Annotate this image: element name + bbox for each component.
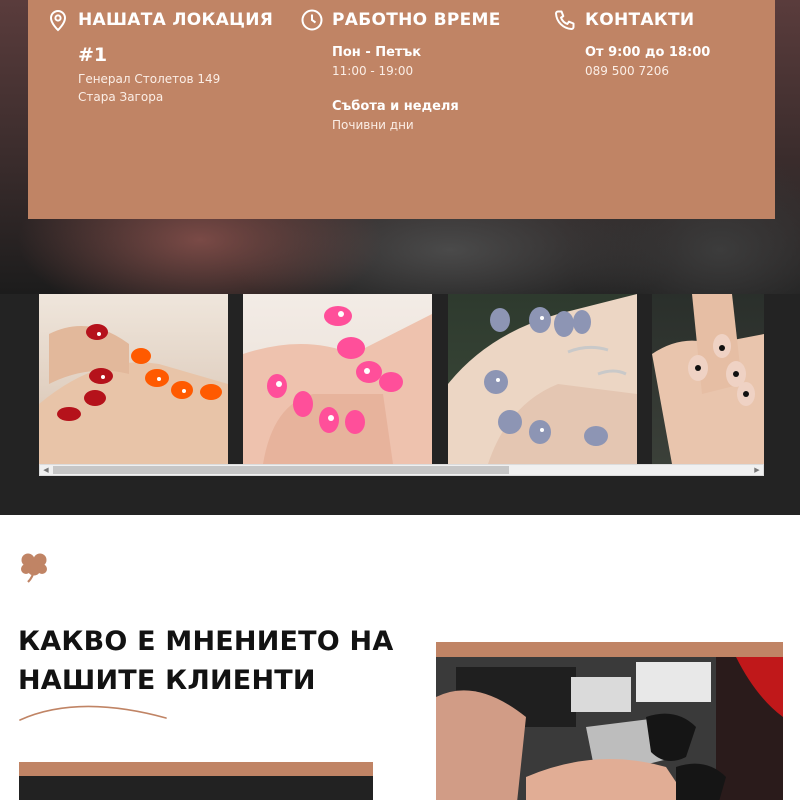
- gallery-image-pink-ombre-nails[interactable]: [243, 294, 432, 464]
- clover-icon: [21, 553, 47, 583]
- phone-icon: [555, 10, 575, 30]
- decorative-swoosh: [19, 705, 167, 721]
- hours-column: РАБОТНО ВРЕМЕ Пон - Петък 11:00 - 19:00 …: [300, 0, 501, 134]
- phone-number[interactable]: 089 500 7206: [585, 62, 710, 80]
- salon-photo: [436, 642, 783, 800]
- address-line-2: Стара Загора: [78, 90, 164, 104]
- address-line-1: Генерал Столетов 149: [78, 72, 221, 86]
- location-number: #1: [78, 44, 108, 66]
- gallery-image-red-orange-nails[interactable]: [39, 294, 228, 464]
- weekend-hours: Почивни дни: [332, 118, 414, 132]
- scroll-left-arrow-icon[interactable]: ◀: [40, 465, 52, 475]
- gallery-image-nude-flower-nails[interactable]: [652, 294, 764, 464]
- hours-title: РАБОТНО ВРЕМЕ: [332, 10, 501, 30]
- scrollbar-thumb[interactable]: [53, 466, 509, 474]
- info-card: НАШАТА ЛОКАЦИЯ #1 Генерал Столетов 149 С…: [28, 0, 775, 219]
- nail-gallery: ◀ ▶: [0, 294, 800, 515]
- contacts-column: КОНТАКТИ От 9:00 до 18:00 089 500 7206: [553, 0, 710, 80]
- map-pin-icon: [49, 10, 67, 32]
- hero-background: НАШАТА ЛОКАЦИЯ #1 Генерал Столетов 149 С…: [0, 0, 800, 294]
- testimonial-card: [19, 762, 373, 800]
- gallery-scrollbar[interactable]: ◀ ▶: [39, 464, 764, 476]
- location-title: НАШАТА ЛОКАЦИЯ: [78, 10, 274, 30]
- location-column: НАШАТА ЛОКАЦИЯ #1 Генерал Столетов 149 С…: [46, 0, 273, 106]
- gallery-image-silver-glitter-nails[interactable]: [448, 294, 637, 464]
- testimonials-title: КАКВО Е МНЕНИЕТО НА НАШИТЕ КЛИЕНТИ: [18, 626, 394, 696]
- contact-hours: От 9:00 до 18:00: [585, 45, 711, 60]
- contacts-title: КОНТАКТИ: [585, 10, 695, 30]
- scroll-right-arrow-icon[interactable]: ▶: [751, 465, 763, 475]
- weekend-label: Събота и неделя: [332, 99, 459, 114]
- clock-icon: [301, 9, 323, 31]
- weekdays-label: Пон - Петък: [332, 45, 422, 60]
- weekdays-hours: 11:00 - 19:00: [332, 64, 414, 78]
